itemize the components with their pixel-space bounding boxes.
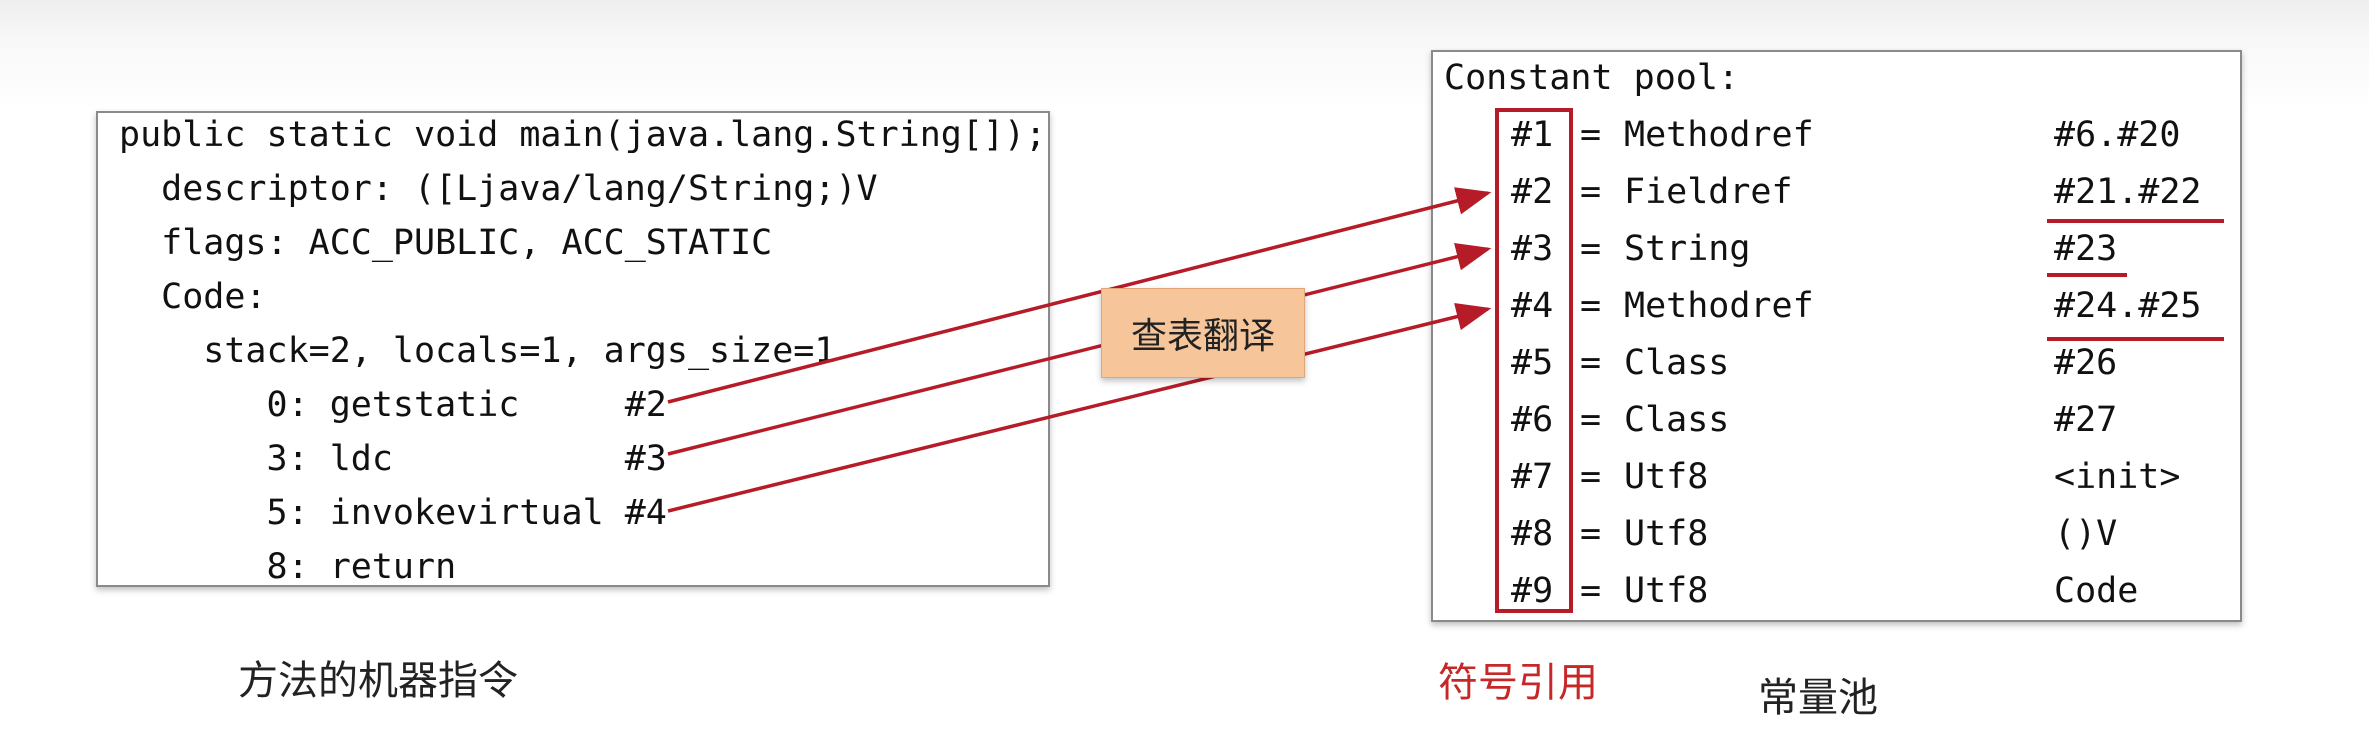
constant-pool-caption: 常量池 bbox=[1758, 675, 1878, 721]
arrow-ldc-to-3 bbox=[667, 243, 1492, 456]
arrow-getstatic-to-2 bbox=[667, 187, 1492, 404]
badge-label: 查表翻译 bbox=[1130, 316, 1275, 357]
lookup-translate-badge: 查表翻译 bbox=[1101, 288, 1305, 378]
symbolic-reference-caption: 符号引用 bbox=[1438, 660, 1598, 706]
method-instructions-caption: 方法的机器指令 bbox=[238, 658, 518, 704]
arrow-invokevirtual-to-4 bbox=[667, 302, 1492, 513]
